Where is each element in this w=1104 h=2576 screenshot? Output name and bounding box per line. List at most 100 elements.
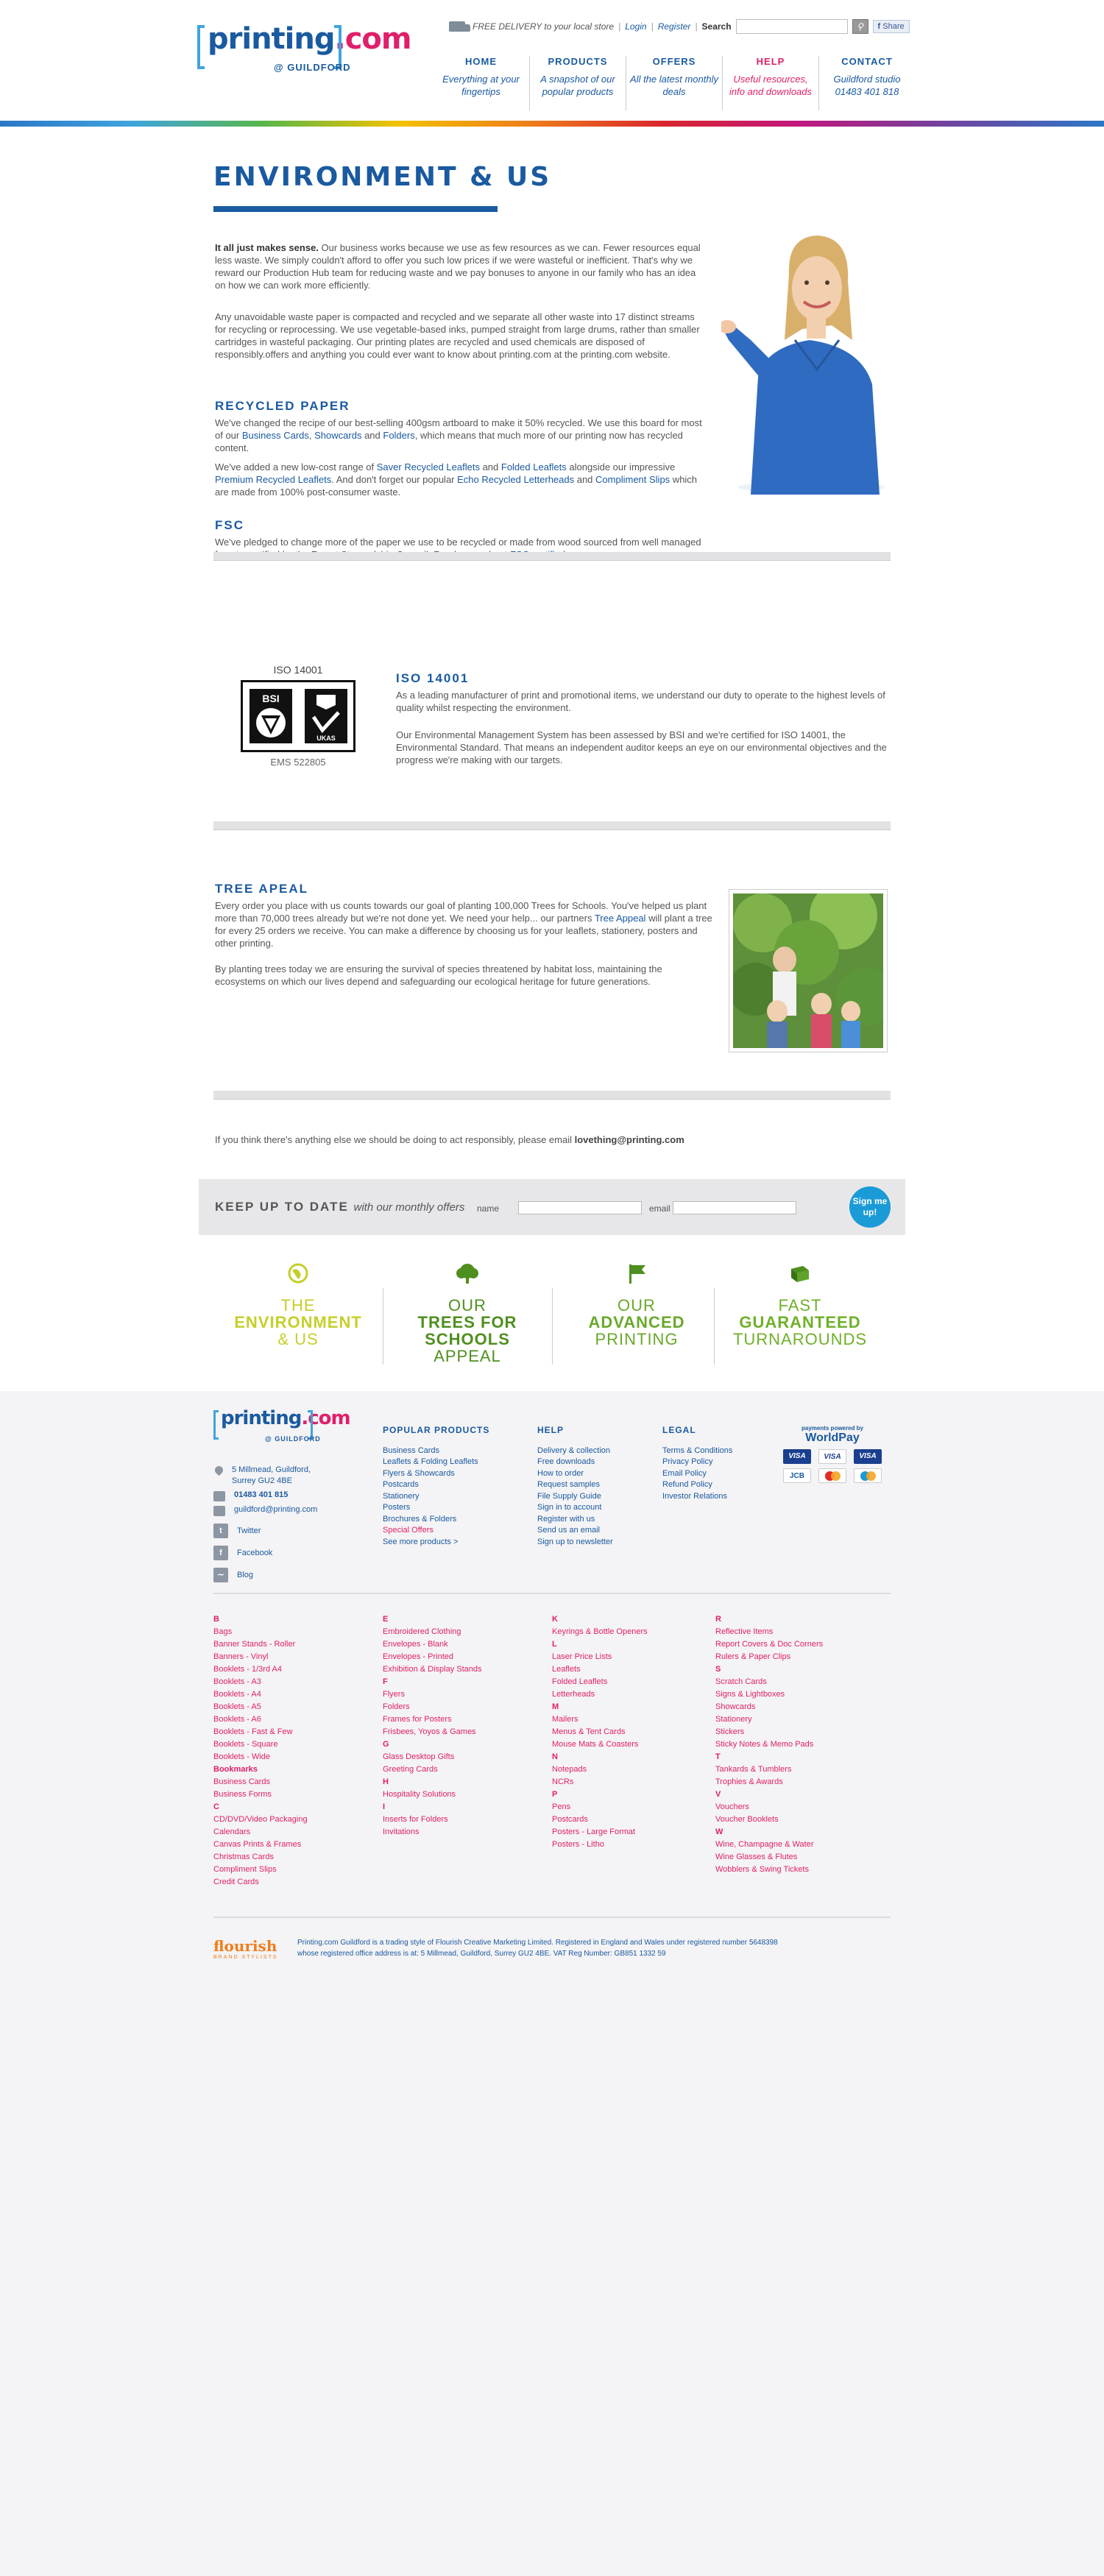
az-link[interactable]: Posters - Litho xyxy=(552,1839,648,1851)
az-link[interactable]: Leaflets xyxy=(552,1663,648,1676)
az-link[interactable]: Stationery xyxy=(715,1713,823,1726)
tree-appeal-link[interactable]: Tree Appeal xyxy=(595,913,646,924)
twitter-link[interactable]: t Twitter xyxy=(213,1524,346,1538)
footer-link[interactable]: How to order xyxy=(537,1469,584,1478)
register-link[interactable]: Register xyxy=(658,21,691,32)
footer-link[interactable]: Refund Policy xyxy=(662,1480,712,1489)
az-link[interactable]: Scratch Cards xyxy=(715,1676,823,1688)
az-link[interactable]: Voucher Booklets xyxy=(715,1814,823,1826)
az-link[interactable]: Trophies & Awards xyxy=(715,1776,823,1788)
az-link[interactable]: Wobblers & Swing Tickets xyxy=(715,1864,823,1876)
showcards-link[interactable]: Showcards xyxy=(314,430,361,441)
az-link[interactable]: Greeting Cards xyxy=(383,1763,482,1776)
footer-link[interactable]: Stationery xyxy=(383,1492,420,1501)
saver-recycled-leaflets-link[interactable]: Saver Recycled Leaflets xyxy=(377,461,480,473)
footer-link[interactable]: Business Cards xyxy=(383,1446,439,1455)
facebook-link[interactable]: f Facebook xyxy=(213,1546,346,1560)
footer-link[interactable]: Flyers & Showcards xyxy=(383,1469,455,1478)
flourish-logo[interactable]: flourish BRAND STYLISTS xyxy=(213,1937,278,1960)
footer-link[interactable]: Privacy Policy xyxy=(662,1457,712,1466)
az-link[interactable]: Bags xyxy=(213,1626,308,1638)
az-link[interactable]: Reflective Items xyxy=(715,1626,823,1638)
az-link[interactable]: CD/DVD/Video Packaging xyxy=(213,1814,308,1826)
az-link[interactable]: Flyers xyxy=(383,1688,482,1701)
footer-link[interactable]: Brochures & Folders xyxy=(383,1515,456,1524)
az-link[interactable]: Pens xyxy=(552,1801,648,1814)
az-link[interactable]: Booklets - Wide xyxy=(213,1751,308,1763)
footer-link[interactable]: Leaflets & Folding Leaflets xyxy=(383,1457,478,1466)
name-input[interactable] xyxy=(518,1201,642,1214)
az-link[interactable]: Rulers & Paper Clips xyxy=(715,1651,823,1663)
lovething-email-link[interactable]: lovething@printing.com xyxy=(575,1134,684,1145)
az-link[interactable]: Tankards & Tumblers xyxy=(715,1763,823,1776)
nav-offers[interactable]: OFFERS All the latest monthly deals xyxy=(626,56,722,110)
az-link[interactable]: Booklets - Square xyxy=(213,1738,308,1751)
az-link[interactable]: Postcards xyxy=(552,1814,648,1826)
footer-link[interactable]: Posters xyxy=(383,1503,410,1512)
login-link[interactable]: Login xyxy=(625,21,646,32)
footer-link[interactable]: Postcards xyxy=(383,1480,419,1489)
business-cards-link[interactable]: Business Cards xyxy=(242,430,309,441)
blog-link[interactable]: ∼ Blog xyxy=(213,1568,346,1582)
promo-environment[interactable]: THE ENVIRONMENT & US xyxy=(213,1263,383,1348)
az-link[interactable]: Exhibition & Display Stands xyxy=(383,1663,482,1676)
premium-recycled-leaflets-link[interactable]: Premium Recycled Leaflets xyxy=(215,474,331,485)
az-link[interactable]: Laser Price Lists xyxy=(552,1651,648,1663)
az-link[interactable]: Mailers xyxy=(552,1713,648,1726)
promo-fast-turnarounds[interactable]: FAST GUARANTEED TURNAROUNDS xyxy=(715,1263,885,1348)
footer-email-link[interactable]: guildford@printing.com xyxy=(234,1504,317,1516)
footer-link[interactable]: Sign in to account xyxy=(537,1503,601,1512)
nav-help[interactable]: HELP Useful resources, info and download… xyxy=(722,56,818,110)
az-link[interactable]: Invitations xyxy=(383,1826,482,1839)
az-link[interactable]: Sticky Notes & Memo Pads xyxy=(715,1738,823,1751)
az-link[interactable]: Keyrings & Bottle Openers xyxy=(552,1626,648,1638)
az-link[interactable]: Christmas Cards xyxy=(213,1851,308,1864)
az-link[interactable]: Inserts for Folders xyxy=(383,1814,482,1826)
az-link[interactable]: Mouse Mats & Coasters xyxy=(552,1738,648,1751)
az-link[interactable]: Bookmarks xyxy=(213,1763,308,1776)
az-link[interactable]: Banners - Vinyl xyxy=(213,1651,308,1663)
az-link[interactable]: Booklets - A3 xyxy=(213,1676,308,1688)
footer-link[interactable]: Terms & Conditions xyxy=(662,1446,732,1455)
compliment-slips-link[interactable]: Compliment Slips xyxy=(595,474,670,485)
nav-home[interactable]: HOME Everything at your fingertips xyxy=(433,56,529,110)
az-link[interactable]: Frisbees, Yoyos & Games xyxy=(383,1726,482,1738)
az-link[interactable]: Signs & Lightboxes xyxy=(715,1688,823,1701)
az-link[interactable]: Notepads xyxy=(552,1763,648,1776)
az-link[interactable]: Banner Stands - Roller xyxy=(213,1638,308,1651)
az-link[interactable]: Frames for Posters xyxy=(383,1713,482,1726)
az-link[interactable]: Letterheads xyxy=(552,1688,648,1701)
promo-advanced-printing[interactable]: OUR ADVANCED PRINTING xyxy=(552,1263,721,1348)
az-link[interactable]: Credit Cards xyxy=(213,1876,308,1889)
az-link[interactable]: Wine Glasses & Flutes xyxy=(715,1851,823,1864)
sign-me-up-button[interactable]: Sign me up! xyxy=(849,1186,891,1228)
footer-logo[interactable]: printing.com @ GUILDFORD xyxy=(213,1407,351,1450)
az-link[interactable]: Business Cards xyxy=(213,1776,308,1788)
az-link[interactable]: Wine, Champagne & Water xyxy=(715,1839,823,1851)
az-link[interactable]: Folded Leaflets xyxy=(552,1676,648,1688)
az-link[interactable]: Glass Desktop Gifts xyxy=(383,1751,482,1763)
az-link[interactable]: Showcards xyxy=(715,1701,823,1713)
echo-letterheads-link[interactable]: Echo Recycled Letterheads xyxy=(457,474,574,485)
az-link[interactable]: Envelopes - Blank xyxy=(383,1638,482,1651)
az-link[interactable]: Envelopes - Printed xyxy=(383,1651,482,1663)
az-link[interactable]: Posters - Large Format xyxy=(552,1826,648,1839)
footer-link[interactable]: Email Policy xyxy=(662,1469,707,1478)
footer-link[interactable]: Free downloads xyxy=(537,1457,595,1466)
az-link[interactable]: Compliment Slips xyxy=(213,1864,308,1876)
nav-contact[interactable]: CONTACT Guildford studio 01483 401 818 xyxy=(818,56,915,110)
az-link[interactable]: NCRs xyxy=(552,1776,648,1788)
footer-link[interactable]: Send us an email xyxy=(537,1526,600,1535)
footer-link[interactable]: Delivery & collection xyxy=(537,1446,610,1455)
az-link[interactable]: Report Covers & Doc Corners xyxy=(715,1638,823,1651)
az-link[interactable]: Menus & Tent Cards xyxy=(552,1726,648,1738)
az-link[interactable]: Stickers xyxy=(715,1726,823,1738)
folded-leaflets-link[interactable]: Folded Leaflets xyxy=(501,461,567,473)
az-link[interactable]: Vouchers xyxy=(715,1801,823,1814)
footer-link[interactable]: Investor Relations xyxy=(662,1492,727,1501)
site-logo[interactable]: printing.com @ GUILDFORD xyxy=(197,21,412,79)
email-input[interactable] xyxy=(673,1201,796,1214)
footer-link[interactable]: Request samples xyxy=(537,1480,600,1489)
az-link[interactable]: Hospitality Solutions xyxy=(383,1788,482,1801)
footer-link[interactable]: File Supply Guide xyxy=(537,1492,601,1501)
